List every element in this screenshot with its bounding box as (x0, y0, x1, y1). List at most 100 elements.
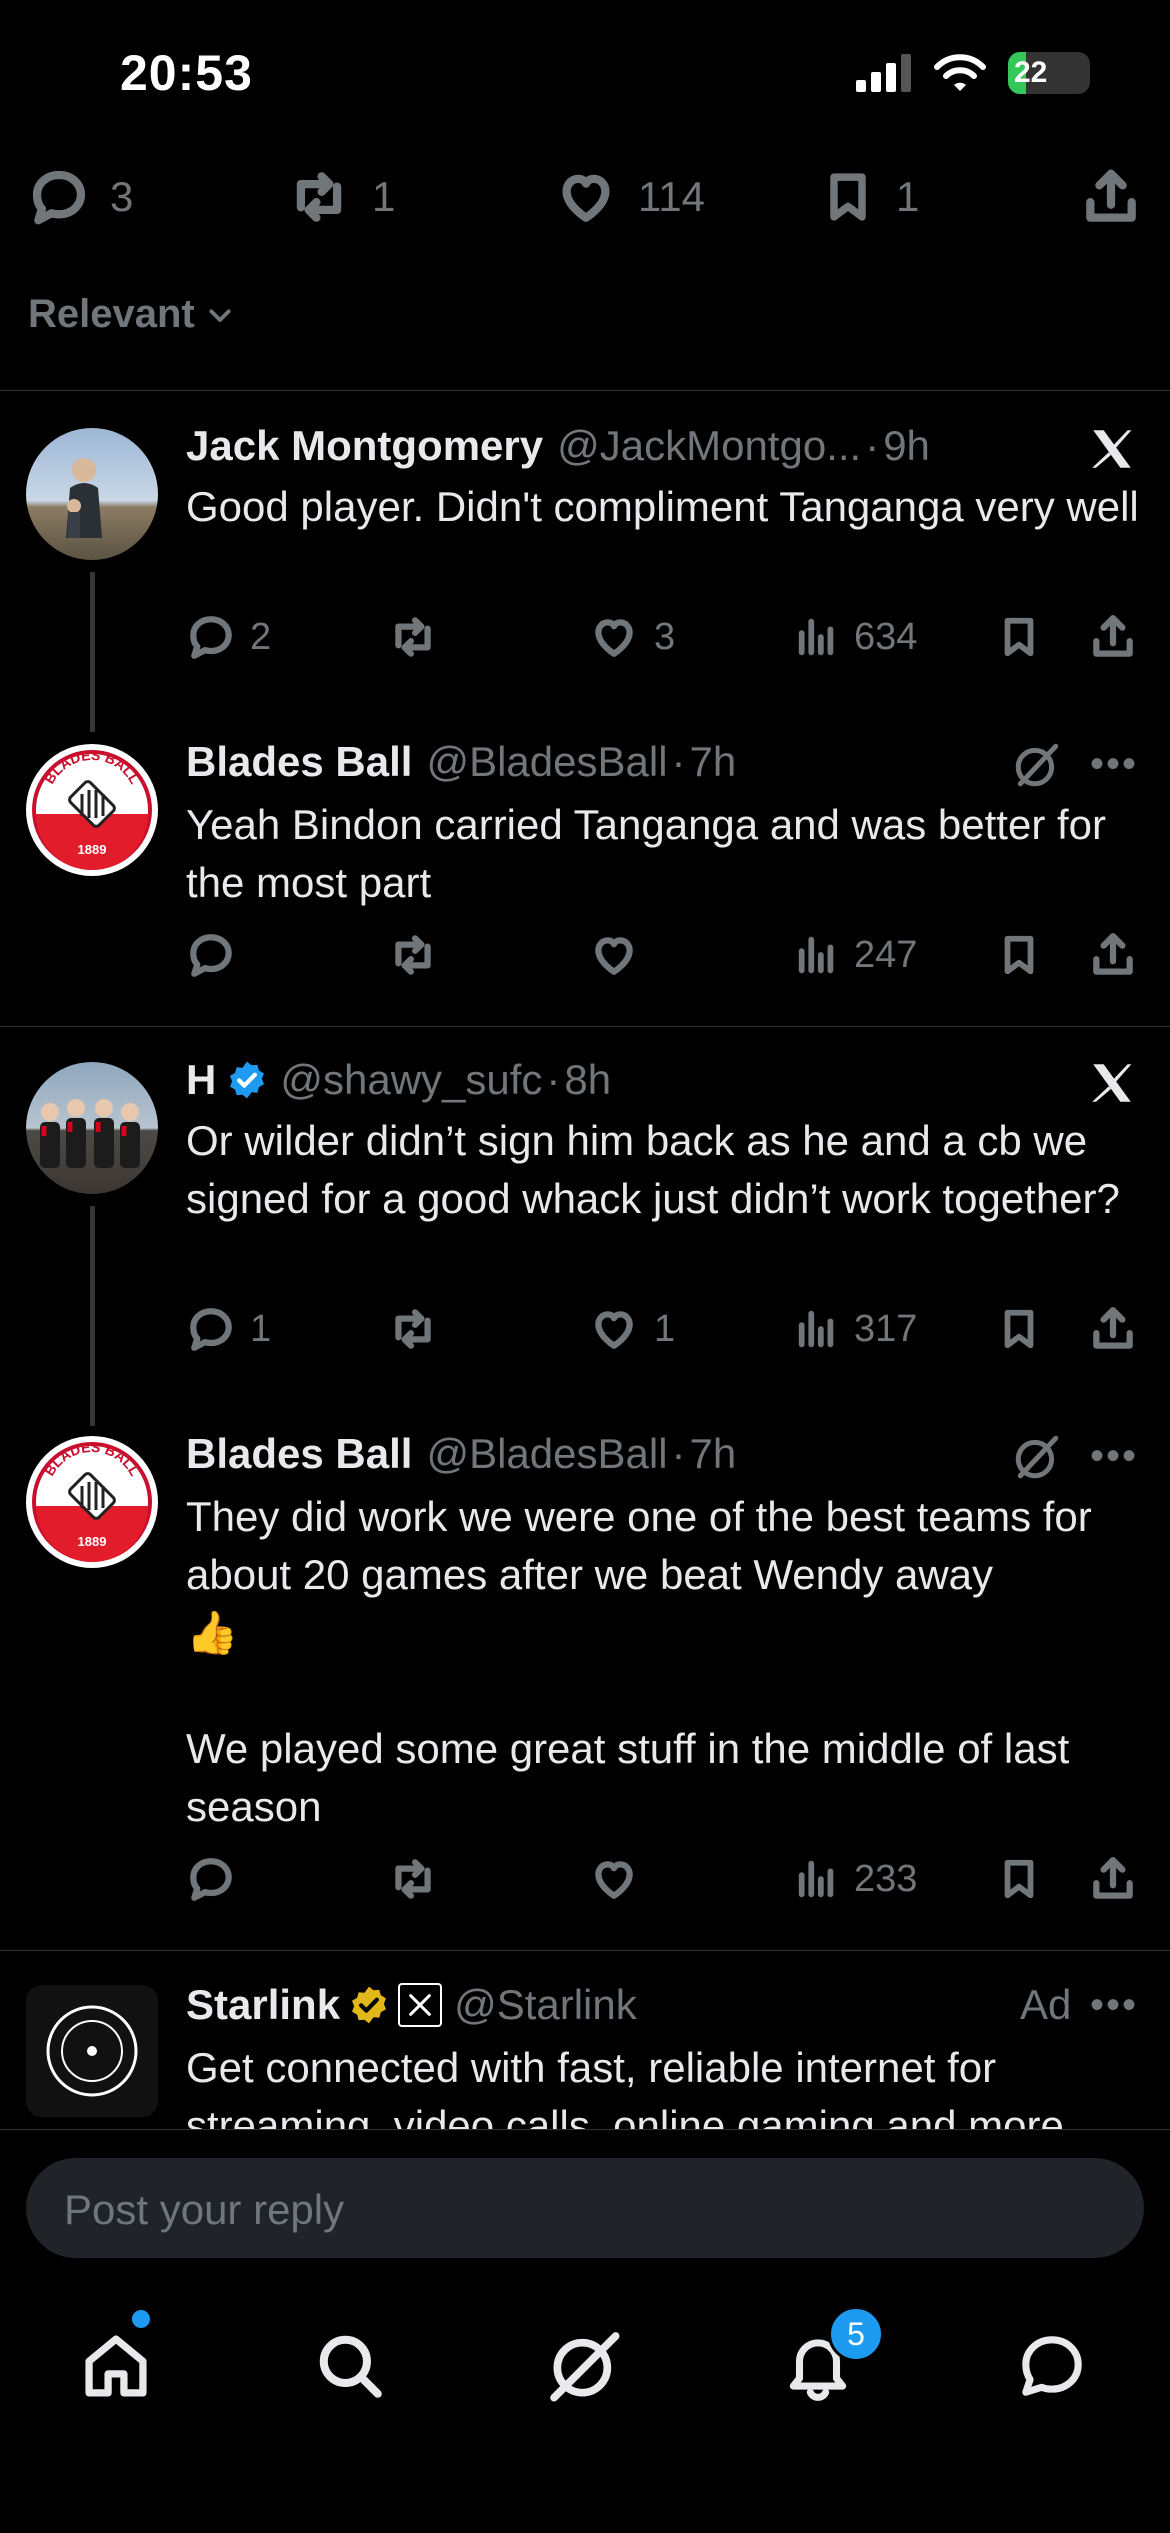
cellular-signal-icon (856, 54, 911, 92)
tweet-text: Get connected with fast, reliable intern… (186, 2044, 1064, 2129)
reply-placeholder: Post your reply (64, 2186, 345, 2233)
bookmark-button[interactable] (996, 1854, 1042, 1904)
battery-percentage: 22 (1014, 56, 1048, 89)
reply-button[interactable] (186, 1854, 236, 1904)
chat-bubble-icon (1022, 2336, 1082, 2396)
blades-ball-logo: BLADES BALL 1889 (32, 747, 152, 870)
tweet-actions: 1 1 317 (186, 1304, 1136, 1364)
tweet-header: Starlink @Starlink (186, 1981, 637, 2029)
heart-icon (595, 1311, 633, 1349)
reply-icon (190, 1308, 232, 1351)
bookmark-icon (1004, 1859, 1034, 1899)
post-reply-count[interactable]: 3 (28, 166, 133, 228)
verified-badge-icon (226, 1059, 268, 1101)
grok-icon[interactable] (1012, 1432, 1062, 1482)
author-name[interactable]: Blades Ball (186, 1430, 412, 1478)
repost-button[interactable] (386, 930, 440, 980)
reply-button[interactable]: 2 (186, 612, 271, 662)
tweet-time: 9h (883, 422, 930, 469)
share-button[interactable] (1088, 612, 1138, 662)
author-name[interactable]: Blades Ball (186, 738, 412, 786)
views-button[interactable]: 233 (794, 1854, 917, 1904)
author-handle[interactable]: @Starlink (454, 1981, 637, 2029)
repost-button[interactable] (386, 612, 440, 662)
post-bookmark-count[interactable]: 1 (820, 166, 919, 228)
author-handle[interactable]: @BladesBall (426, 1430, 667, 1478)
tab-grok[interactable] (536, 2318, 632, 2414)
share-icon (1093, 1857, 1133, 1899)
post-like-count[interactable]: 114 (554, 166, 705, 228)
reply-count: 1 (250, 1307, 272, 1350)
more-options-icon[interactable]: ••• (1090, 742, 1138, 787)
repost-button[interactable] (386, 1304, 440, 1354)
share-button[interactable] (1088, 1854, 1138, 1904)
author-name[interactable]: Starlink (186, 1981, 340, 2029)
share-button[interactable] (1088, 930, 1138, 980)
tab-messages[interactable] (1004, 2318, 1100, 2414)
home-icon (85, 2335, 147, 2397)
tab-search[interactable] (302, 2318, 398, 2414)
like-count: 1 (654, 1307, 676, 1350)
thread-line (90, 572, 95, 732)
reply-input[interactable]: Post your reply (26, 2158, 1144, 2258)
reply-button[interactable] (186, 930, 236, 980)
like-button[interactable] (588, 930, 640, 980)
x-logo-icon (1086, 1058, 1138, 1108)
share-icon (1086, 169, 1136, 222)
tweet-header: H @shawy_sufc · 8h (186, 1056, 611, 1104)
ad-tweet[interactable]: Starlink @Starlink Ad ••• Get connected … (0, 1951, 1170, 2129)
avatar[interactable] (26, 1062, 158, 1194)
share-icon (1093, 615, 1133, 657)
affiliate-x-badge-icon (398, 1983, 443, 2027)
reply-button[interactable]: 1 (186, 1304, 271, 1354)
avatar[interactable] (26, 428, 158, 560)
repost-icon (395, 935, 431, 975)
avatar[interactable]: BLADES BALL 1889 (26, 744, 158, 876)
separator-dot: · (865, 422, 880, 469)
tab-home[interactable] (68, 2318, 164, 2414)
thread-line (90, 1206, 95, 1426)
gold-verified-badge-icon (348, 1984, 390, 2026)
view-count: 233 (854, 1857, 918, 1900)
share-button[interactable] (1088, 1304, 1138, 1354)
more-options-icon[interactable]: ••• (1090, 1983, 1138, 2028)
repost-icon (395, 1859, 431, 1899)
logo-year: 1889 (78, 842, 107, 857)
author-name[interactable]: Jack Montgomery (186, 422, 543, 470)
reply-icon (190, 616, 232, 659)
bookmark-button[interactable] (996, 930, 1042, 980)
repost-button[interactable] (386, 1854, 440, 1904)
bookmark-button[interactable] (996, 612, 1042, 662)
heart-icon (595, 619, 633, 657)
grok-icon[interactable] (1012, 740, 1062, 790)
bookmark-icon (1004, 617, 1034, 657)
views-icon (798, 936, 834, 974)
tweet-actions: 247 (186, 930, 1136, 990)
like-button[interactable]: 3 (588, 612, 675, 662)
views-button[interactable]: 634 (794, 612, 917, 662)
like-button[interactable] (588, 1854, 640, 1904)
avatar[interactable]: BLADES BALL 1889 (26, 1436, 158, 1568)
views-button[interactable]: 247 (794, 930, 917, 980)
starlink-logo-icon[interactable] (26, 1985, 158, 2117)
share-icon (1093, 933, 1133, 975)
tweet-header: Jack Montgomery @JackMontgo... · 9h (186, 422, 930, 470)
heart-icon (595, 937, 633, 975)
author-handle[interactable]: @shawy_sufc (280, 1056, 542, 1104)
author-handle[interactable]: @JackMontgo... (557, 422, 861, 470)
like-button[interactable]: 1 (588, 1304, 675, 1354)
bookmark-button[interactable] (996, 1304, 1042, 1354)
author-handle[interactable]: @BladesBall (426, 738, 667, 786)
author-name[interactable]: H (186, 1056, 216, 1104)
post-repost-count[interactable]: 1 (286, 166, 395, 228)
more-options-icon[interactable]: ••• (1090, 1434, 1138, 1479)
views-button[interactable]: 317 (794, 1304, 917, 1354)
share-button[interactable] (1080, 166, 1142, 228)
blades-ball-logo: BLADES BALL 1889 (32, 1439, 152, 1562)
tweet-text: They did work we were one of the best te… (186, 1493, 1092, 1830)
separator-dot: · (671, 1430, 686, 1477)
reply-sort-filter[interactable]: Relevant (28, 292, 235, 337)
bookmark-icon (830, 173, 866, 221)
grok-icon (550, 2332, 620, 2402)
tweet-time: 7h (689, 738, 737, 785)
